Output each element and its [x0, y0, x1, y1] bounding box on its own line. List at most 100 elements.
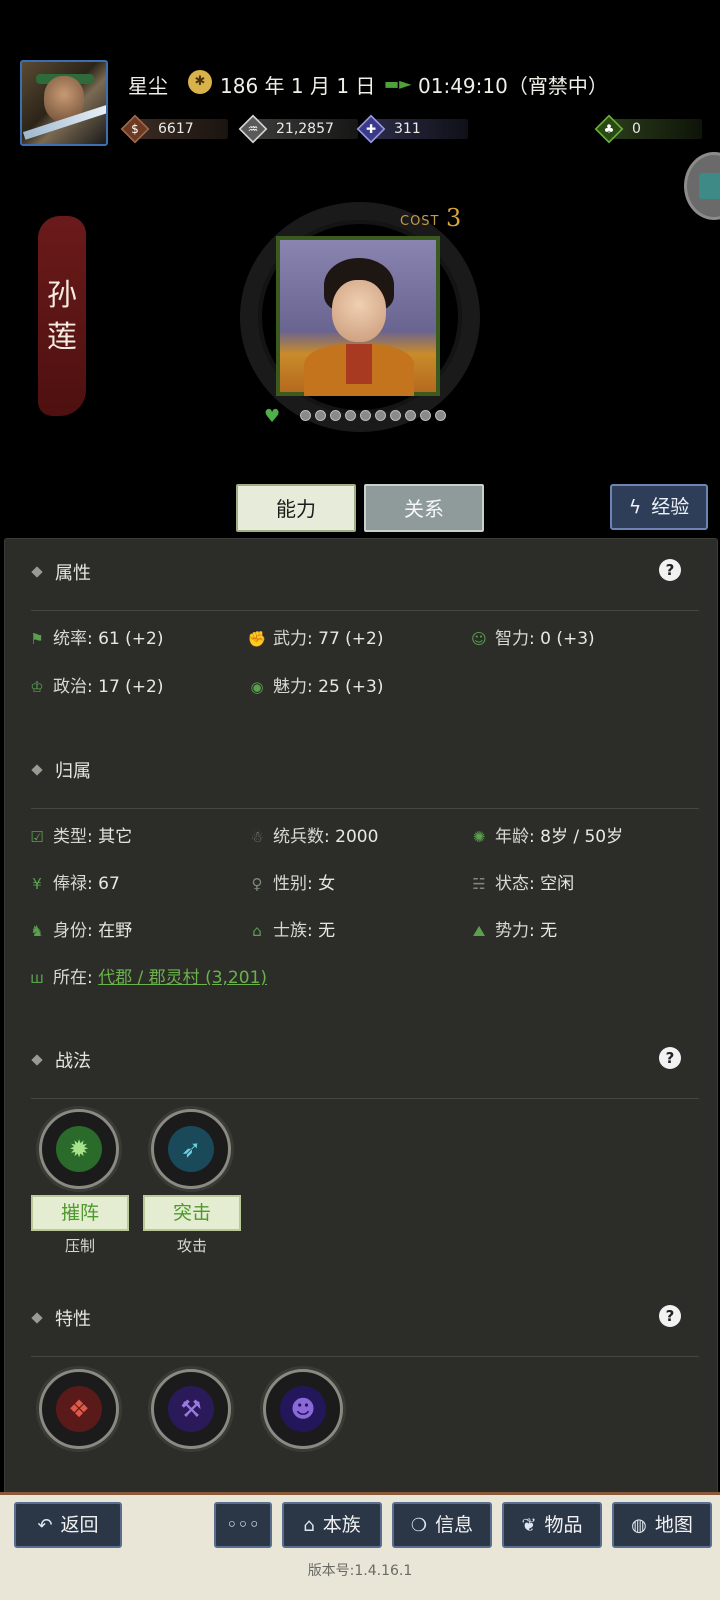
loyalty-dot	[435, 410, 446, 421]
detail-panel: 属性 ? ⚑ 统率: 61 (+2) ✊ 武力: 77 (+2) ☺ 智力: 0 (+…	[4, 538, 718, 1498]
divider	[31, 1356, 699, 1357]
tab-relations[interactable]: 关系	[364, 484, 484, 532]
game-time: 01:49:10（宵禁中）	[418, 74, 608, 98]
hero-portrait[interactable]	[276, 236, 440, 396]
experience-button[interactable]: ϟ 经验	[610, 484, 708, 530]
section-traits-title: 特性	[55, 1309, 91, 1330]
trait-icon-1[interactable]: ❖	[39, 1369, 119, 1449]
more-icon: ◦◦◦	[226, 1514, 260, 1536]
attr-force: ✊ 武力: 77 (+2)	[247, 629, 384, 649]
heart-icon: ♥	[264, 406, 281, 427]
hero-name-char-2: 莲	[47, 320, 77, 355]
player-name: 星尘	[128, 74, 168, 98]
bag-icon: ❦	[521, 1515, 537, 1536]
trait-icon-3[interactable]: ☻	[263, 1369, 343, 1449]
info-status: ☵ 状态: 空闲	[469, 869, 574, 894]
tab-ability[interactable]: 能力	[236, 484, 356, 532]
back-button[interactable]: ↶ 返回	[14, 1502, 122, 1548]
loyalty-dot	[330, 410, 341, 421]
info-faction: ⛰ 势力: 无	[469, 916, 557, 941]
mask-icon: ☻	[280, 1386, 326, 1432]
chat-icon: ❍	[410, 1515, 428, 1536]
info-clan: ⌂ 士族: 无	[247, 916, 335, 941]
soldier-icon: ✚	[365, 122, 377, 136]
hero-name-banner: 孙 莲	[38, 216, 86, 416]
resource-grain[interactable]: ♒ 21,2857	[238, 114, 360, 144]
gender-icon: ♀	[251, 875, 263, 893]
resource-gourd[interactable]: ♣ 0	[594, 114, 706, 144]
identity-icon: ♞	[30, 922, 44, 940]
clan-icon: ⌂	[303, 1515, 315, 1536]
cost-label: COST	[400, 214, 440, 229]
section-tactics-title: 战法	[55, 1051, 91, 1072]
items-button[interactable]: ❦ 物品	[502, 1502, 602, 1548]
loyalty-dot	[420, 410, 431, 421]
tactic-sub-charge: 攻击	[176, 1237, 207, 1255]
person-icon: ☃	[250, 828, 264, 846]
location-link[interactable]: 代郡 / 郡灵村 (3,201)	[98, 968, 267, 988]
resource-grain-value: 21,2857	[276, 121, 334, 137]
fist-icon: ✊	[247, 630, 267, 648]
loyalty-dot	[315, 410, 326, 421]
loyalty-dot	[300, 410, 311, 421]
eye-icon: ◉	[250, 678, 264, 696]
calendar-icon: ☑	[30, 828, 44, 846]
attr-intellect: ☺ 智力: 0 (+3)	[469, 624, 595, 649]
back-arrow-icon: ↶	[37, 1515, 53, 1536]
loyalty-dot	[390, 410, 401, 421]
info-gender: ♀ 性别: 女	[247, 869, 336, 894]
info-troop-capacity: ☃ 统兵数: 2000	[247, 822, 378, 847]
tactic-tag-charge[interactable]: 突击	[143, 1195, 241, 1231]
clan-icon: ⌂	[252, 922, 262, 940]
divider	[31, 610, 699, 611]
more-button[interactable]: ◦◦◦	[214, 1502, 272, 1548]
resource-troops-value: 311	[394, 121, 421, 137]
age-icon: ✺	[472, 828, 486, 846]
section-affiliation-title: 归属	[55, 761, 91, 782]
clan-button[interactable]: ⌂ 本族	[282, 1502, 382, 1548]
side-menu-button[interactable]	[684, 152, 720, 220]
crown-icon: ♔	[30, 678, 44, 696]
cube-icon	[699, 173, 720, 199]
tactic-icon-breakformation[interactable]: ✹	[39, 1109, 119, 1189]
tactics-help-button[interactable]: ?	[659, 1047, 681, 1069]
loyalty-dot	[405, 410, 416, 421]
section-affiliation: 归属	[31, 757, 91, 783]
info-age: ✺ 年龄: 8岁 / 50岁	[469, 822, 623, 847]
section-traits: 特性	[31, 1305, 91, 1331]
yen-icon: ¥	[32, 875, 42, 893]
grain-icon: ♒	[247, 122, 259, 136]
shield-burst-icon: ✹	[56, 1126, 102, 1172]
attributes-help-button[interactable]: ?	[659, 559, 681, 581]
experience-label: 经验	[651, 496, 690, 518]
section-tactics: 战法	[31, 1047, 91, 1073]
info-salary: ¥ 俸禄: 67	[27, 869, 120, 894]
resource-coin-value: 6617	[158, 121, 194, 137]
scroll-icon: ❖	[56, 1386, 102, 1432]
info-button[interactable]: ❍ 信息	[392, 1502, 492, 1548]
loyalty-dot	[375, 410, 386, 421]
map-button[interactable]: ◍ 地图	[612, 1502, 712, 1548]
resource-coin[interactable]: $ 6617	[120, 114, 232, 144]
grass-icon: ш	[30, 969, 44, 987]
lightning-icon: ϟ	[628, 496, 642, 518]
attr-charm: ◉ 魅力: 25 (+3)	[247, 672, 383, 697]
running-soldier-icon: ➶	[168, 1126, 214, 1172]
status-icon: ☵	[472, 875, 486, 893]
game-date: 186 年 1 月 1 日	[220, 74, 376, 98]
tactic-tag-breakformation[interactable]: 摧阵	[31, 1195, 129, 1231]
tactic-icon-charge[interactable]: ➶	[151, 1109, 231, 1189]
resource-troops[interactable]: ✚ 311	[356, 114, 468, 144]
divider	[31, 808, 699, 809]
hero-name-char-1: 孙	[47, 278, 77, 313]
axe-icon: ⚒	[168, 1386, 214, 1432]
horse-icon: ▬►	[384, 74, 412, 93]
section-attributes: 属性	[31, 559, 91, 585]
trait-icon-2[interactable]: ⚒	[151, 1369, 231, 1449]
traits-help-button[interactable]: ?	[659, 1305, 681, 1327]
divider	[31, 1098, 699, 1099]
player-avatar[interactable]	[20, 60, 108, 146]
info-identity: ♞ 身份: 在野	[27, 916, 132, 941]
attr-politics: ♔ 政治: 17 (+2)	[27, 672, 163, 697]
brain-icon: ☺	[471, 630, 487, 648]
